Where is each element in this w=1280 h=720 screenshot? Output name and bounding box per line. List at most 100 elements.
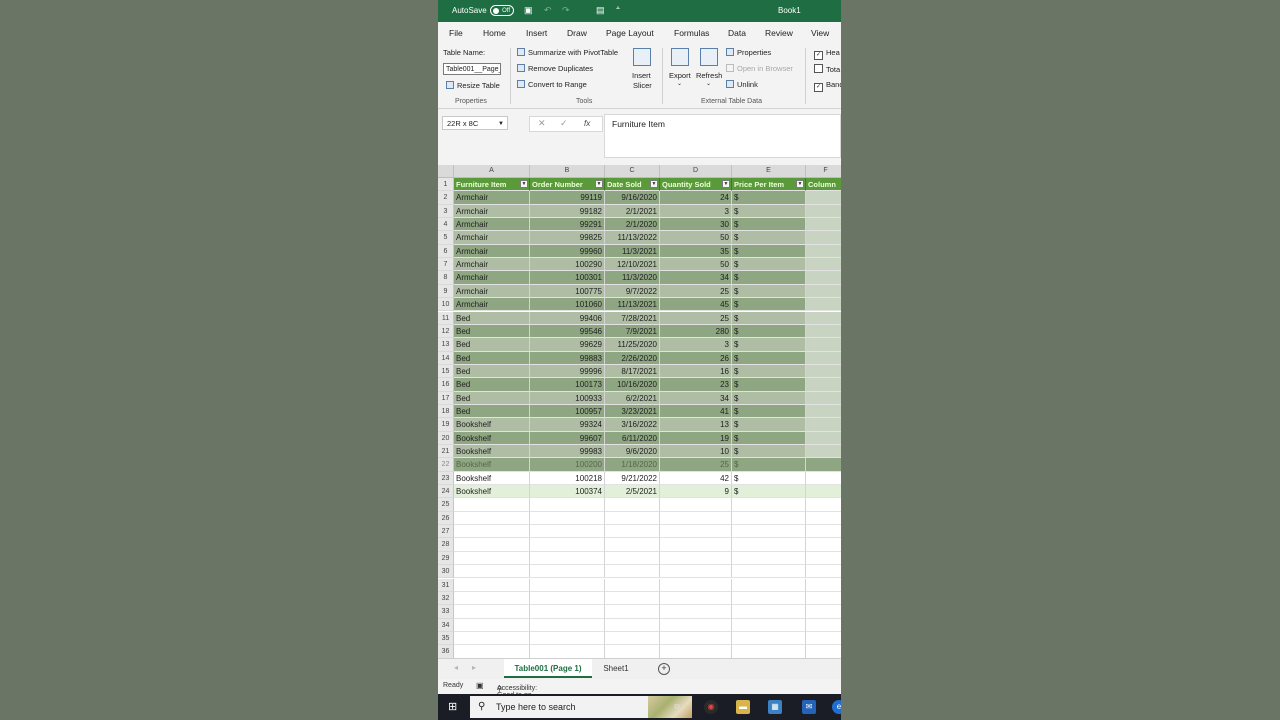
cell-b[interactable]: [530, 645, 605, 658]
cell-c[interactable]: 2/5/2021: [605, 485, 660, 499]
cell-d[interactable]: 42: [660, 471, 732, 486]
row-number[interactable]: 26: [438, 511, 454, 526]
row-number[interactable]: 32: [438, 591, 454, 606]
cell-d[interactable]: [660, 605, 732, 619]
edge-icon[interactable]: e: [832, 700, 841, 714]
cell-d[interactable]: 30: [660, 218, 732, 232]
cell-f[interactable]: [806, 271, 841, 285]
table-header-cell[interactable]: Date Sold ▼: [605, 178, 660, 192]
cell-e[interactable]: [732, 631, 806, 646]
cell-f[interactable]: [806, 364, 841, 379]
cell-c[interactable]: 6/2/2021: [605, 391, 660, 405]
cell-f[interactable]: [806, 538, 841, 552]
cell-c[interactable]: 7/9/2021: [605, 324, 660, 339]
cell-a[interactable]: [454, 631, 530, 646]
cell-f[interactable]: [806, 591, 841, 606]
cell-b[interactable]: 99996: [530, 364, 605, 379]
cell-a[interactable]: [454, 591, 530, 606]
cell-b[interactable]: 99960: [530, 244, 605, 259]
cell-d[interactable]: 50: [660, 258, 732, 272]
cell-f[interactable]: [806, 311, 841, 325]
undo-icon[interactable]: ↶: [544, 5, 552, 16]
row-number[interactable]: 15: [438, 364, 454, 379]
cell-a[interactable]: Armchair: [454, 191, 530, 205]
cell-a[interactable]: Armchair: [454, 271, 530, 285]
print-preview-icon[interactable]: ▤: [596, 5, 605, 16]
cell-c[interactable]: 2/26/2020: [605, 351, 660, 365]
taskbar-search[interactable]: ⚲ Type here to search: [470, 696, 692, 718]
cell-e[interactable]: [732, 578, 806, 592]
cell-f[interactable]: [806, 551, 841, 566]
cell-c[interactable]: 9/6/2020: [605, 445, 660, 459]
cell-b[interactable]: 101060: [530, 298, 605, 312]
cell-a[interactable]: Armchair: [454, 298, 530, 312]
cell-e[interactable]: [732, 511, 806, 526]
cell-a[interactable]: [454, 498, 530, 512]
cell-d[interactable]: 23: [660, 378, 732, 392]
row-number[interactable]: 5: [438, 231, 454, 245]
cell-f[interactable]: [806, 418, 841, 432]
cell-e[interactable]: $: [732, 231, 806, 245]
store-icon[interactable]: ▦: [768, 700, 782, 714]
filter-dropdown-icon[interactable]: ▼: [722, 180, 730, 188]
cell-a[interactable]: [454, 565, 530, 579]
row-number[interactable]: 27: [438, 525, 454, 539]
cell-e[interactable]: [732, 591, 806, 606]
cell-c[interactable]: 7/28/2021: [605, 311, 660, 325]
cell-a[interactable]: Bed: [454, 391, 530, 405]
cell-a[interactable]: Armchair: [454, 244, 530, 259]
row-number[interactable]: 9: [438, 284, 454, 299]
cell-a[interactable]: [454, 605, 530, 619]
cell-e[interactable]: $: [732, 284, 806, 299]
cell-d[interactable]: 280: [660, 324, 732, 339]
cell-c[interactable]: [605, 511, 660, 526]
cell-e[interactable]: $: [732, 418, 806, 432]
cell-d[interactable]: [660, 591, 732, 606]
cell-c[interactable]: [605, 498, 660, 512]
table-header-cell[interactable]: Order Number ▼: [530, 178, 605, 192]
cell-f[interactable]: [806, 324, 841, 339]
cell-d[interactable]: 19: [660, 431, 732, 445]
name-box[interactable]: 22R x 8C ▼: [442, 116, 508, 130]
cell-b[interactable]: 100200: [530, 458, 605, 472]
cell-f[interactable]: [806, 218, 841, 232]
cell-d[interactable]: 35: [660, 244, 732, 259]
row-number[interactable]: 25: [438, 498, 454, 512]
cell-e[interactable]: [732, 565, 806, 579]
cell-b[interactable]: 100775: [530, 284, 605, 299]
cell-a[interactable]: [454, 578, 530, 592]
cell-d[interactable]: [660, 551, 732, 566]
cell-c[interactable]: 1/18/2020: [605, 458, 660, 472]
cell-e[interactable]: [732, 618, 806, 632]
refresh-dropdown-icon[interactable]: ⌄: [706, 80, 711, 87]
cell-d[interactable]: 10: [660, 445, 732, 459]
cell-a[interactable]: Bookshelf: [454, 485, 530, 499]
banded-rows-checkbox[interactable]: ✓Band: [814, 80, 841, 92]
cell-e[interactable]: $: [732, 364, 806, 379]
cell-d[interactable]: 25: [660, 311, 732, 325]
cell-e[interactable]: $: [732, 204, 806, 219]
cell-b[interactable]: [530, 538, 605, 552]
cell-d[interactable]: 3: [660, 204, 732, 219]
cell-a[interactable]: Bookshelf: [454, 471, 530, 486]
cell-e[interactable]: $: [732, 271, 806, 285]
cell-e[interactable]: [732, 551, 806, 566]
cell-a[interactable]: Bookshelf: [454, 458, 530, 472]
cell-a[interactable]: Bed: [454, 338, 530, 352]
cell-d[interactable]: [660, 525, 732, 539]
total-row-checkbox[interactable]: Tota: [814, 64, 840, 74]
cell-d[interactable]: 25: [660, 284, 732, 299]
cell-c[interactable]: [605, 645, 660, 658]
cell-a[interactable]: [454, 645, 530, 658]
cell-b[interactable]: 100957: [530, 404, 605, 419]
spreadsheet-grid[interactable]: A B C D E F 1 Furniture Item ▼ Order Number ▼ Date …: [438, 165, 841, 658]
row-number[interactable]: 28: [438, 538, 454, 552]
row-number[interactable]: 4: [438, 218, 454, 232]
cell-b[interactable]: 99324: [530, 418, 605, 432]
cell-f[interactable]: [806, 258, 841, 272]
tab-view[interactable]: View: [811, 28, 829, 38]
row-number[interactable]: 21: [438, 445, 454, 459]
file-explorer-icon[interactable]: ▬: [736, 700, 750, 714]
cell-a[interactable]: Armchair: [454, 218, 530, 232]
enter-icon[interactable]: ✓: [560, 118, 568, 129]
